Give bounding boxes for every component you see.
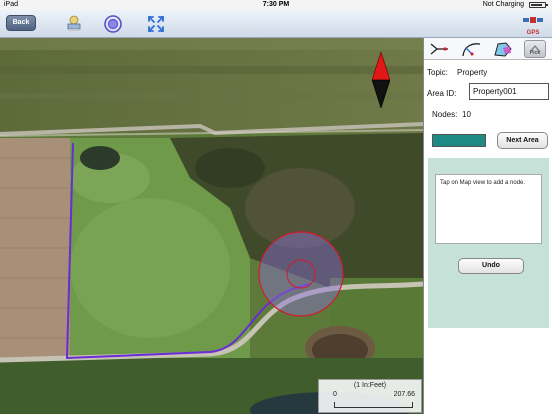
scale-title: (1 In:Feet) <box>353 382 387 389</box>
toolbar: Back GPS <box>0 10 552 38</box>
gps-label: GPS <box>526 30 540 36</box>
target-icon[interactable] <box>103 14 123 34</box>
map-view[interactable]: (1 In:Feet) 0 207.66 <box>0 38 423 414</box>
area-id-input[interactable] <box>469 83 549 100</box>
line-tool-icon[interactable] <box>428 40 450 58</box>
pick-label: Pick <box>529 50 541 56</box>
battery-level <box>531 4 542 6</box>
battery-icon <box>529 2 548 8</box>
nodes-label: Nodes: <box>432 110 458 119</box>
topic-label: Topic: <box>427 68 448 77</box>
panel-tabs: Pick <box>424 38 552 60</box>
nodes-count: 10 <box>462 110 471 119</box>
next-area-button[interactable]: Next Area <box>497 132 548 149</box>
back-button[interactable]: Back <box>6 15 36 31</box>
scale-bar <box>334 402 413 408</box>
pick-button[interactable]: Pick <box>524 40 546 58</box>
area-color-swatch[interactable] <box>432 134 486 147</box>
topic-value: Property <box>457 68 488 77</box>
instruction-message: Tap on Map view to add a node. <box>435 174 542 244</box>
clock: 7:30 PM <box>262 1 290 8</box>
area-tool-icon[interactable] <box>492 40 514 58</box>
instructions-panel: Tap on Map view to add a node. Undo <box>428 158 549 328</box>
north-arrow-icon <box>372 52 390 108</box>
curve-tool-icon[interactable] <box>460 40 482 58</box>
scale-max-label: 207.66 <box>393 391 415 398</box>
satellite-map <box>0 38 423 414</box>
map-scale: (1 In:Feet) 0 207.66 <box>318 379 422 413</box>
scale-min-label: 0 <box>333 391 337 398</box>
undo-button[interactable]: Undo <box>458 258 524 274</box>
satellite-icon <box>523 17 543 23</box>
fullscreen-icon[interactable] <box>146 14 166 34</box>
layers-icon[interactable] <box>64 14 84 34</box>
charging-status: Not Charging <box>482 1 524 8</box>
area-id-label: Area ID: <box>427 89 457 98</box>
status-bar: iPad 7:30 PM Not Charging <box>0 0 552 10</box>
gps-button[interactable]: GPS <box>522 12 544 36</box>
area-panel: Pick Topic: Property Area ID: Nodes: 10 … <box>423 38 552 414</box>
